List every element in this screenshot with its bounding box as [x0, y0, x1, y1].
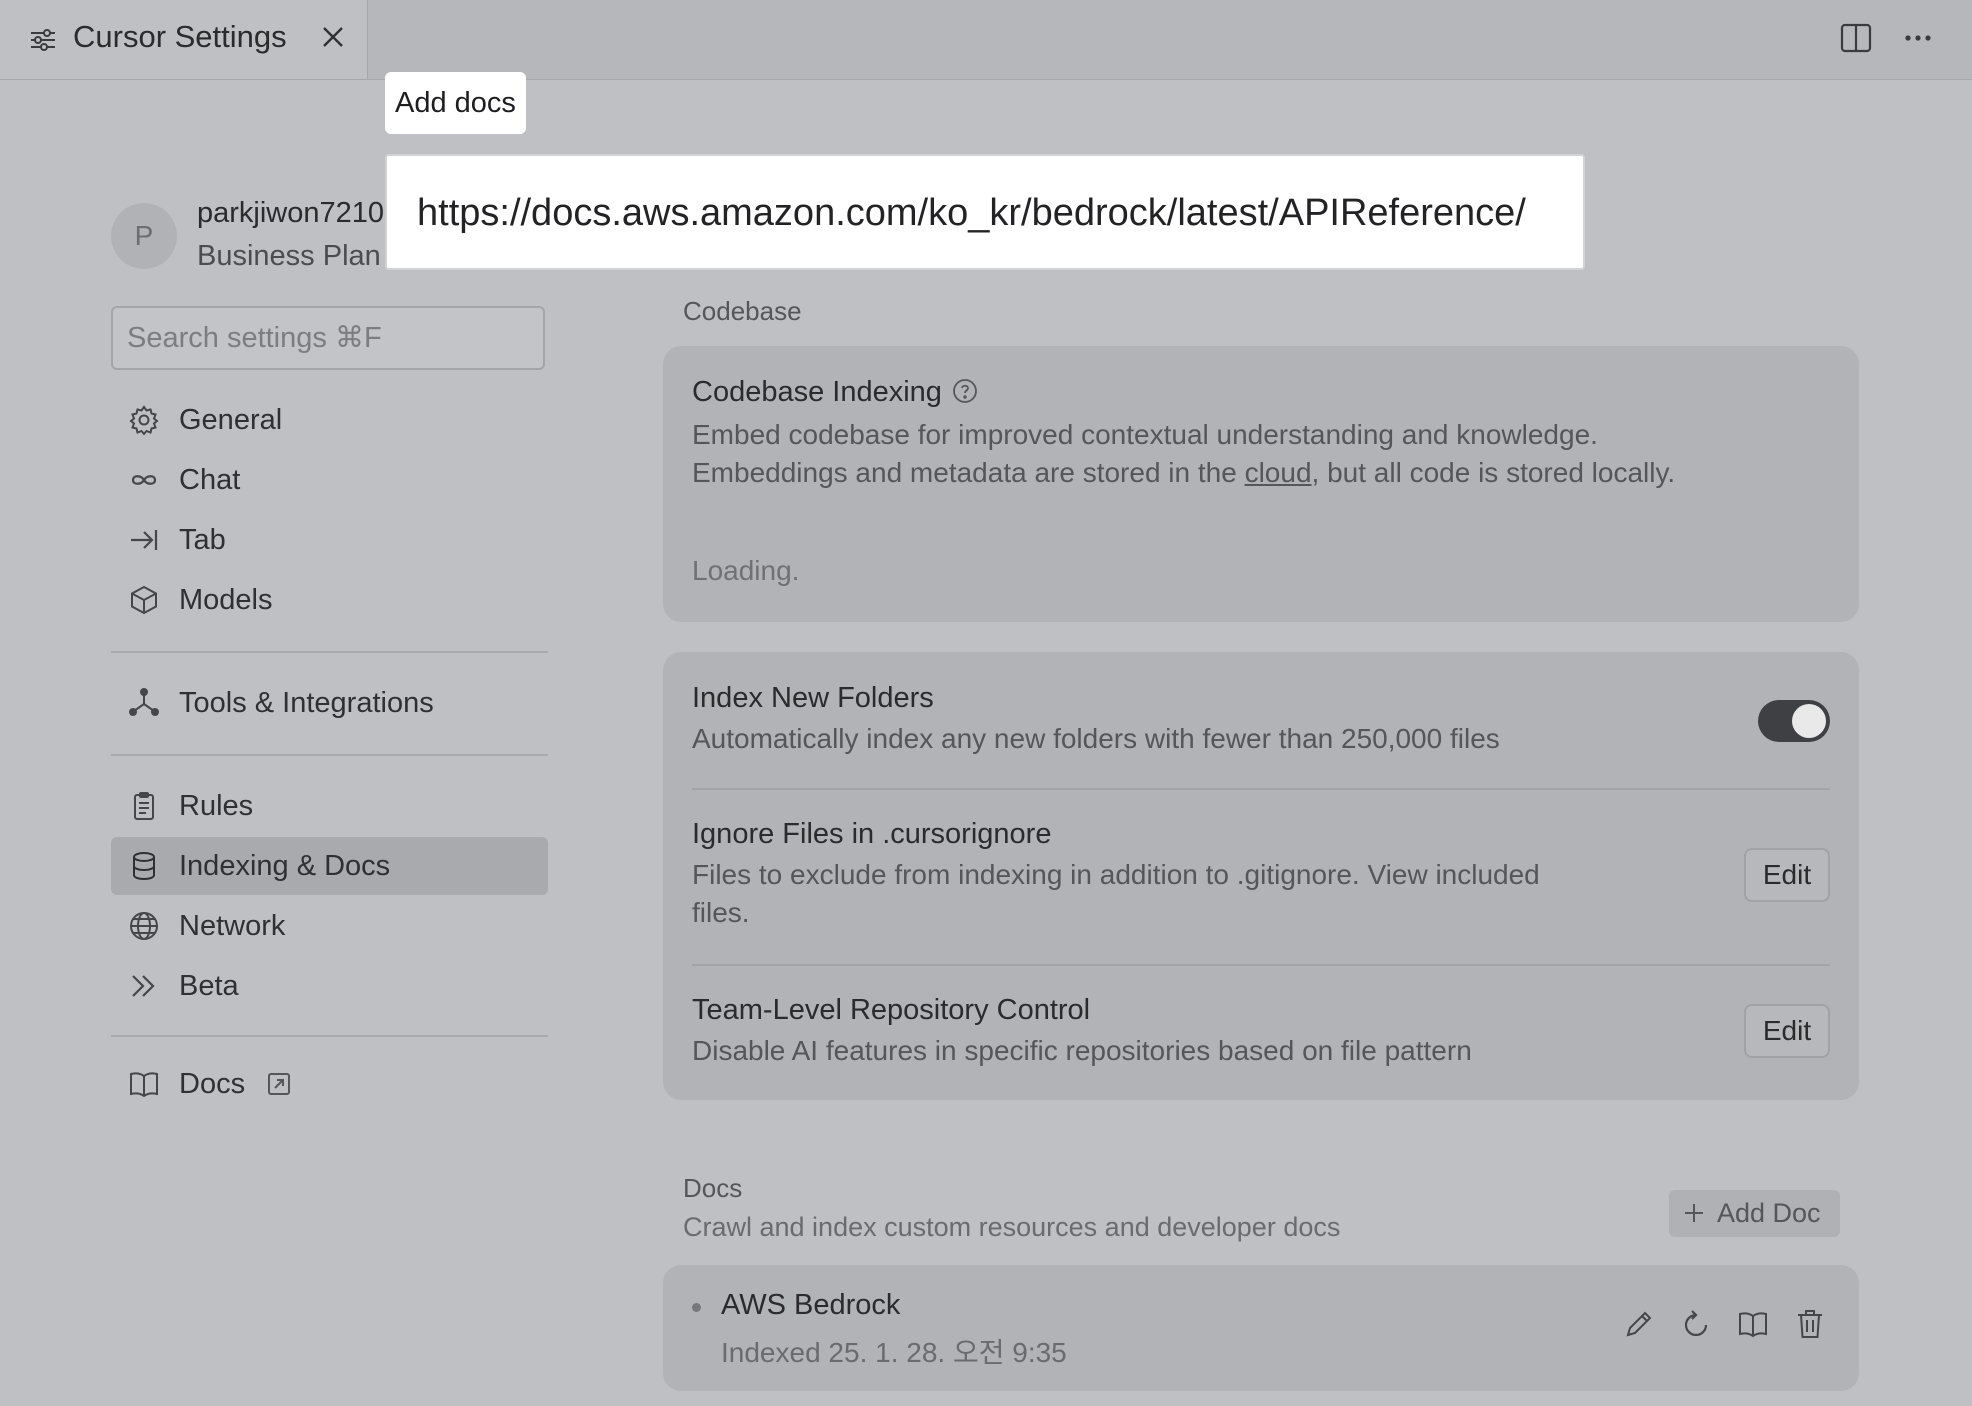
sidebar-item-label: Indexing & Docs: [179, 850, 391, 882]
pencil-icon[interactable]: [1622, 1307, 1656, 1341]
toggle-knob: [1792, 704, 1826, 738]
settings-sliders-icon: [31, 29, 55, 51]
database-icon: [133, 852, 155, 881]
external-link-icon: [268, 1073, 290, 1095]
ignore-files-title: Ignore Files in .cursorignore: [692, 818, 1052, 850]
sidebar-item-tab[interactable]: Tab: [111, 511, 548, 569]
split-editor-icon[interactable]: [1838, 20, 1874, 56]
integrations-icon: [129, 688, 159, 716]
doc-status-dot: [692, 1303, 701, 1312]
sidebar-divider: [111, 754, 548, 756]
row-divider: [692, 964, 1830, 966]
sidebar-item-chat[interactable]: Chat: [111, 451, 548, 509]
tab-cursor-settings[interactable]: Cursor Settings: [0, 0, 368, 79]
doc-status: Indexed 25. 1. 28. 오전 9:35: [721, 1337, 1067, 1368]
close-icon[interactable]: [318, 22, 348, 52]
sidebar-item-label: Tab: [179, 524, 226, 556]
team-repo-control-edit-button[interactable]: Edit: [1744, 1004, 1830, 1058]
ignore-files-description: Files to exclude from indexing in additi…: [692, 859, 1540, 928]
add-doc-label: Add Doc: [1717, 1198, 1821, 1228]
gear-icon: [129, 405, 159, 436]
codebase-section-title: Codebase: [683, 296, 802, 326]
add-docs-url-box: [385, 154, 1585, 270]
beta-chevrons-icon: [132, 975, 155, 997]
codebase-indexing-title: Codebase Indexing: [692, 376, 978, 409]
refresh-icon[interactable]: [1679, 1307, 1713, 1341]
indexing-status: Loading.: [692, 555, 800, 586]
sidebar-item-tools-integrations[interactable]: Tools & Integrations: [111, 674, 548, 732]
sidebar-item-label: Beta: [179, 970, 239, 1002]
docs-url-input[interactable]: [417, 182, 1557, 244]
sidebar-item-label: Docs: [179, 1068, 246, 1100]
search-settings-input[interactable]: [111, 306, 545, 370]
ignore-files-edit-button[interactable]: Edit: [1744, 848, 1830, 902]
sidebar-divider: [111, 1035, 548, 1037]
sidebar-item-network[interactable]: Network: [111, 897, 548, 955]
team-repo-control-description: Disable AI features in specific reposito…: [692, 1035, 1472, 1066]
help-icon[interactable]: [952, 378, 978, 404]
tab-arrow-icon: [131, 530, 158, 550]
sidebar-item-beta[interactable]: Beta: [111, 957, 548, 1015]
sidebar-item-rules[interactable]: Rules: [111, 777, 548, 835]
sidebar-item-models[interactable]: Models: [111, 571, 548, 629]
index-new-folders-description: Automatically index any new folders with…: [692, 723, 1500, 754]
doc-item-aws-bedrock: AWS Bedrock Indexed 25. 1. 28. 오전 9:35: [663, 1265, 1859, 1391]
sidebar-item-label: General: [179, 404, 283, 436]
add-doc-button[interactable]: Add Doc: [1669, 1190, 1840, 1237]
infinity-icon: [131, 475, 157, 485]
cube-icon: [131, 585, 157, 615]
sidebar-item-general[interactable]: General: [111, 391, 548, 449]
indexing-settings-card: Index New Folders Automatically index an…: [663, 652, 1859, 1100]
sidebar-item-label: Rules: [179, 790, 254, 822]
team-repo-control-title: Team-Level Repository Control: [692, 994, 1091, 1026]
sidebar-item-docs[interactable]: Docs: [111, 1055, 548, 1113]
codebase-indexing-description: Embed codebase for improved contextual u…: [692, 419, 1676, 488]
docs-section-title: Docs: [683, 1173, 743, 1203]
book-icon: [130, 1072, 158, 1098]
globe-icon: [130, 912, 158, 940]
account-plan: Business Plan: [197, 240, 381, 272]
sidebar-divider: [111, 651, 548, 653]
doc-name: AWS Bedrock: [721, 1289, 901, 1321]
clipboard-icon: [134, 792, 154, 820]
index-new-folders-title: Index New Folders: [692, 682, 934, 714]
trash-icon[interactable]: [1793, 1307, 1827, 1341]
more-actions-icon[interactable]: [1900, 20, 1936, 56]
sidebar-item-label: Tools & Integrations: [179, 687, 434, 719]
row-divider: [692, 788, 1830, 790]
codebase-indexing-card: Codebase Indexing Embed codebase for imp…: [663, 346, 1859, 622]
sidebar-item-label: Network: [179, 910, 286, 942]
cloud-link[interactable]: cloud: [1245, 457, 1312, 488]
sidebar-item-label: Models: [179, 584, 273, 616]
plus-icon: [1685, 1204, 1703, 1222]
tab-title: Cursor Settings: [73, 19, 287, 54]
sidebar-item-indexing-docs[interactable]: Indexing & Docs: [111, 837, 548, 895]
account-username: parkjiwon7210: [197, 197, 385, 229]
book-icon[interactable]: [1736, 1307, 1770, 1341]
sidebar-item-label: Chat: [179, 464, 241, 496]
docs-section-description: Crawl and index custom resources and dev…: [683, 1212, 1341, 1242]
avatar: P: [111, 203, 177, 269]
add-docs-label: Add docs: [385, 72, 526, 134]
index-new-folders-toggle[interactable]: [1758, 700, 1830, 742]
editor-tab-bar: Cursor Settings: [0, 0, 1972, 80]
